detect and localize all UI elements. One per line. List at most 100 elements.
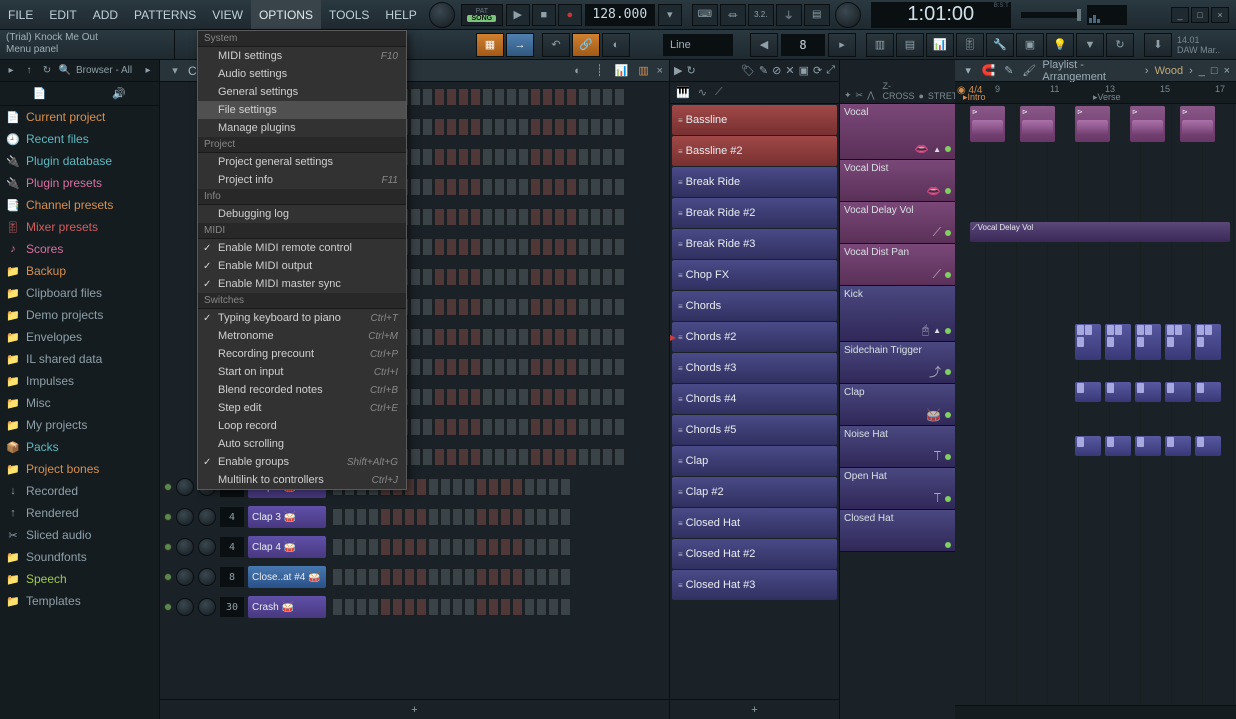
browser-item[interactable]: 📁Impulses <box>0 370 159 392</box>
channel-vol-knob[interactable] <box>198 568 216 586</box>
track-mute-led[interactable] <box>945 188 951 194</box>
playlist-clip[interactable]: ⊳ <box>970 106 1005 142</box>
channel-pan-knob[interactable] <box>176 538 194 556</box>
browser-item[interactable]: ✂Sliced audio <box>0 524 159 546</box>
tool-link[interactable]: 🔗 <box>572 33 600 57</box>
pattern-item[interactable]: ≡Chords #5 <box>672 415 837 445</box>
tracks-wand-icon[interactable]: ⋀ <box>867 90 874 101</box>
track-mute-led[interactable] <box>945 146 951 152</box>
step-cell[interactable] <box>524 538 535 556</box>
channel-name-button[interactable]: Close..at #4🥁 <box>248 566 326 588</box>
stop-button[interactable]: ■ <box>532 4 556 26</box>
step-cell[interactable] <box>560 478 571 496</box>
step-cell[interactable] <box>488 478 499 496</box>
step-sequencer[interactable] <box>332 538 571 556</box>
playlist-clip[interactable] <box>1105 324 1131 360</box>
pat-tag-icon[interactable]: 🏷 <box>741 64 755 77</box>
playlist-track-header[interactable]: Closed Hat <box>840 510 955 552</box>
browser-refresh-icon[interactable]: ↻ <box>40 65 54 76</box>
step-cell[interactable] <box>428 508 439 526</box>
pattern-item[interactable]: ≡Closed Hat <box>672 508 837 538</box>
menu-item[interactable]: Loop record <box>198 417 406 435</box>
browser-item[interactable]: 📁IL shared data <box>0 348 159 370</box>
channel-mute-led[interactable] <box>164 513 172 521</box>
step-sequencer[interactable] <box>332 598 571 616</box>
pat-auto-icon[interactable]: ⟋ <box>715 86 723 99</box>
pattern-item[interactable]: ≡Bassline <box>672 105 837 135</box>
pat-loop-icon[interactable]: ↻ <box>686 64 695 77</box>
pl-min-icon[interactable]: _ <box>1199 65 1205 77</box>
step-cell[interactable] <box>452 478 463 496</box>
pattern-item[interactable]: ≡Bassline #2 <box>672 136 837 166</box>
channel-pan-knob[interactable] <box>176 568 194 586</box>
playlist-track-header[interactable]: Vocal Dist👄 <box>840 160 955 202</box>
track-mute-led[interactable] <box>945 328 951 334</box>
track-mute-led[interactable] <box>945 542 951 548</box>
time-display[interactable]: 1:01:00 B:S:T <box>871 2 1011 28</box>
menu-item[interactable]: ✓Enable MIDI master sync <box>198 275 406 293</box>
record-button[interactable]: ● <box>558 4 582 26</box>
channel-row[interactable]: 8Close..at #4🥁 <box>160 562 669 592</box>
step-sequencer[interactable] <box>332 508 571 526</box>
step-cell[interactable] <box>392 508 403 526</box>
track-mute-led[interactable] <box>945 454 951 460</box>
pat-x-icon[interactable]: ✕ <box>785 64 794 77</box>
pattern-item[interactable]: ≡Chords <box>672 291 837 321</box>
menu-item[interactable]: ✓Enable MIDI remote control <box>198 239 406 257</box>
step-cell[interactable] <box>404 508 415 526</box>
step-cell[interactable] <box>332 508 343 526</box>
menu-options[interactable]: OPTIONS <box>251 0 321 29</box>
step-cell[interactable] <box>440 598 451 616</box>
playlist-clip[interactable]: ⊳ <box>1075 106 1110 142</box>
playlist-clip[interactable] <box>1195 436 1221 456</box>
cr-knob-icon[interactable]: ◐ <box>569 65 587 77</box>
step-cell[interactable] <box>476 598 487 616</box>
menu-patterns[interactable]: PATTERNS <box>126 0 204 29</box>
menu-item[interactable]: Project general settings <box>198 153 406 171</box>
pattern-prev[interactable]: ◀ <box>750 33 778 57</box>
view-playlist-button[interactable]: ▦ <box>476 33 504 57</box>
timeline-marker[interactable]: ▸Verse <box>1090 92 1124 103</box>
menu-item[interactable]: Debugging log <box>198 205 406 223</box>
step-cell[interactable] <box>476 568 487 586</box>
playlist-track-header[interactable]: Open Hat⟙ <box>840 468 955 510</box>
step-cell[interactable] <box>356 538 367 556</box>
step-cell[interactable] <box>560 538 571 556</box>
playlist-body[interactable]: ⊳⊳⊳⊳⊳⟋Vocal Delay Vol <box>955 104 1236 705</box>
playlist-track-header[interactable]: Vocal👄▲ <box>840 104 955 160</box>
pat-globe-icon[interactable]: ⊘ <box>772 64 781 77</box>
channel-pan-knob[interactable] <box>176 508 194 526</box>
step-cell[interactable] <box>488 568 499 586</box>
browser-item[interactable]: ↓Recorded <box>0 480 159 502</box>
track-expand-icon[interactable]: ▲ <box>933 145 941 154</box>
pattern-item[interactable]: ≡Break Ride <box>672 167 837 197</box>
step-cell[interactable] <box>536 478 547 496</box>
channel-pan-knob[interactable] <box>176 598 194 616</box>
browser-expand-icon[interactable]: ▸ <box>141 65 155 76</box>
step-cell[interactable] <box>356 568 367 586</box>
menu-item[interactable]: Multilink to controllersCtrl+J <box>198 471 406 489</box>
channel-rack-add[interactable]: + <box>160 699 669 719</box>
step-cell[interactable] <box>404 568 415 586</box>
playlist-clip[interactable] <box>1165 324 1191 360</box>
snap-select[interactable]: Line <box>663 34 733 56</box>
step-cell[interactable] <box>416 598 427 616</box>
channel-vol-knob[interactable] <box>198 598 216 616</box>
browser-item[interactable]: 📁Misc <box>0 392 159 414</box>
pat-sel-icon[interactable]: ▣ <box>799 64 809 77</box>
step-cell[interactable] <box>536 508 547 526</box>
step-cell[interactable] <box>344 508 355 526</box>
tracks-wave-icon[interactable]: ✦ <box>844 90 852 101</box>
step-cell[interactable] <box>380 508 391 526</box>
step-cell[interactable] <box>560 508 571 526</box>
browser-item[interactable]: 📁Clipboard files <box>0 282 159 304</box>
pattern-item[interactable]: ≡Closed Hat #2 <box>672 539 837 569</box>
browser-item[interactable]: 🔌Plugin database <box>0 150 159 172</box>
channel-pan-knob[interactable] <box>176 478 194 496</box>
step-cell[interactable] <box>548 508 559 526</box>
track-mute-led[interactable] <box>945 230 951 236</box>
tool-close[interactable]: ▼ <box>1076 33 1104 57</box>
browser-item[interactable]: 📁Backup <box>0 260 159 282</box>
step-cell[interactable] <box>500 538 511 556</box>
step-cell[interactable] <box>512 508 523 526</box>
